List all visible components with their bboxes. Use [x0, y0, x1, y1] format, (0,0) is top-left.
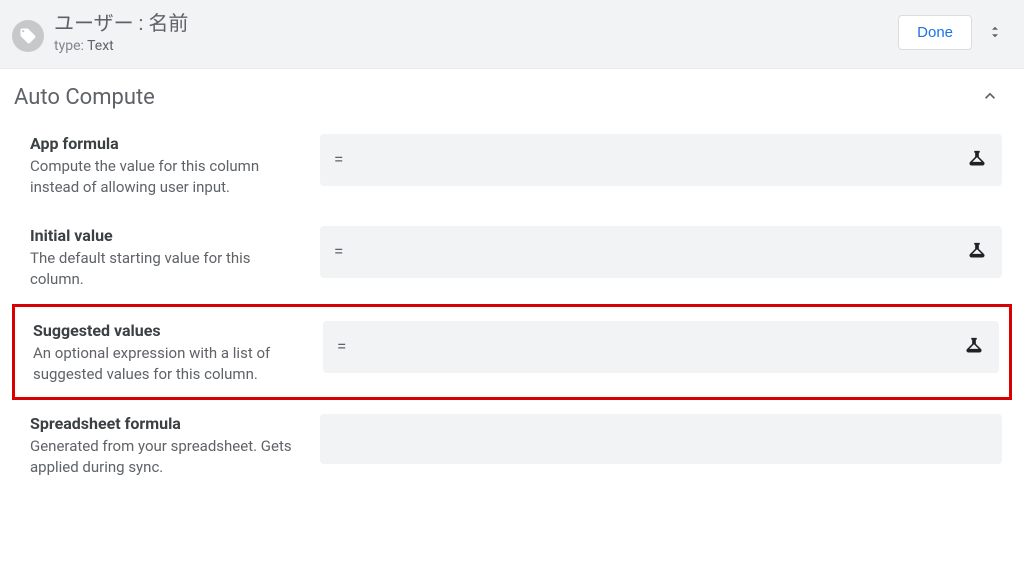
section-header-auto-compute[interactable]: Auto Compute: [0, 69, 1024, 120]
row-initial-value: Initial value The default starting value…: [0, 212, 1024, 304]
desc-app-formula: Compute the value for this column instea…: [30, 156, 296, 198]
equals-sign: =: [334, 242, 343, 262]
row-suggested-values: Suggested values An optional expression …: [15, 311, 1009, 385]
row-label-block: Initial value The default starting value…: [30, 226, 320, 290]
chevron-up-icon: [980, 86, 1000, 110]
initial-value-input[interactable]: =: [320, 226, 1002, 278]
flask-icon[interactable]: [966, 149, 988, 171]
input-wrap-suggested-values: =: [323, 321, 999, 373]
tag-icon: [12, 20, 44, 52]
input-wrap-spreadsheet-formula: [320, 414, 1002, 464]
input-wrap-app-formula: =: [320, 134, 1002, 186]
equals-sign: =: [334, 150, 343, 170]
suggested-values-input[interactable]: =: [323, 321, 999, 373]
row-label-block: Spreadsheet formula Generated from your …: [30, 414, 320, 478]
flask-icon[interactable]: [963, 336, 985, 358]
type-row: type: Text: [54, 38, 188, 54]
section-title: Auto Compute: [14, 85, 155, 110]
desc-spreadsheet-formula: Generated from your spreadsheet. Gets ap…: [30, 436, 296, 478]
highlight-box-suggested-values: Suggested values An optional expression …: [12, 304, 1012, 400]
header-left: ユーザー : 名前 type: Text: [12, 10, 188, 54]
label-spreadsheet-formula: Spreadsheet formula: [30, 414, 296, 433]
spreadsheet-formula-input[interactable]: [320, 414, 1002, 464]
label-app-formula: App formula: [30, 134, 296, 153]
page-header: ユーザー : 名前 type: Text Done: [0, 0, 1024, 69]
row-app-formula: App formula Compute the value for this c…: [0, 120, 1024, 212]
desc-initial-value: The default starting value for this colu…: [30, 248, 296, 290]
done-button[interactable]: Done: [898, 15, 972, 50]
label-suggested-values: Suggested values: [33, 321, 299, 340]
type-label: type:: [54, 38, 84, 54]
input-wrap-initial-value: =: [320, 226, 1002, 278]
type-value: Text: [87, 38, 114, 54]
row-spreadsheet-formula: Spreadsheet formula Generated from your …: [0, 400, 1024, 492]
desc-suggested-values: An optional expression with a list of su…: [33, 343, 299, 385]
reorder-icon[interactable]: [986, 23, 1004, 41]
equals-sign: =: [337, 337, 346, 357]
row-label-block: Suggested values An optional expression …: [33, 321, 323, 385]
row-label-block: App formula Compute the value for this c…: [30, 134, 320, 198]
header-right: Done: [898, 15, 1004, 50]
title-block: ユーザー : 名前 type: Text: [54, 10, 188, 54]
app-formula-input[interactable]: =: [320, 134, 1002, 186]
column-title: ユーザー : 名前: [54, 10, 188, 36]
flask-icon[interactable]: [966, 241, 988, 263]
label-initial-value: Initial value: [30, 226, 296, 245]
